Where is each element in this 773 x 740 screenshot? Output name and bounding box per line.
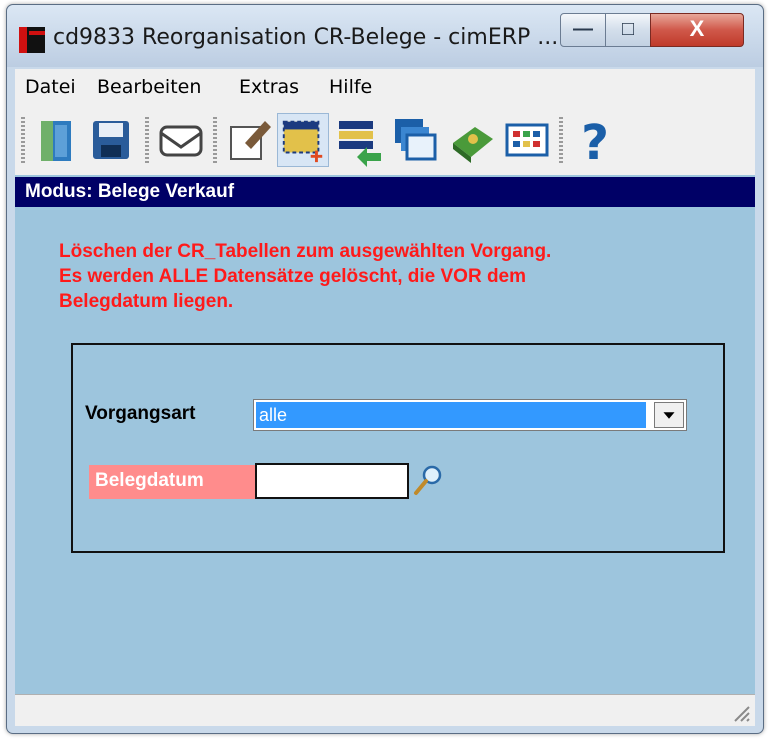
vorgangsart-label: Vorgangsart bbox=[85, 403, 196, 424]
belegdatum-input[interactable] bbox=[255, 463, 409, 499]
warning-text: Löschen der CR_Tabellen zum ausgewählten… bbox=[59, 239, 719, 314]
maximize-button[interactable]: □ bbox=[605, 13, 651, 47]
new-selection-icon[interactable] bbox=[277, 113, 329, 167]
search-icon[interactable] bbox=[411, 463, 445, 497]
warning-line: Es werden ALLE Datensätze gelöscht, die … bbox=[59, 266, 527, 287]
close-button[interactable]: X bbox=[650, 13, 744, 47]
warning-line: Belegdatum liegen. bbox=[59, 291, 234, 312]
belegdatum-label-box: Belegdatum bbox=[89, 465, 255, 499]
windows-stack-icon[interactable] bbox=[389, 113, 441, 167]
vorgangsart-value: alle bbox=[256, 402, 646, 428]
resize-grip-icon[interactable] bbox=[729, 701, 751, 723]
toolbar-separator bbox=[559, 117, 563, 163]
chevron-down-icon bbox=[663, 412, 675, 419]
client-area: Datei Bearbeiten Extras Hilfe ? Modus: B… bbox=[15, 69, 755, 726]
status-bar bbox=[15, 694, 755, 726]
form-group-box bbox=[71, 343, 725, 553]
exit-door-icon[interactable] bbox=[31, 113, 83, 167]
window-title: cd9833 Reorganisation CR-Belege - cimERP… bbox=[53, 25, 559, 50]
application-window: cd9833 Reorganisation CR-Belege - cimERP… bbox=[6, 4, 764, 734]
list-import-icon[interactable] bbox=[333, 113, 385, 167]
mode-label: Modus: Belege Verkauf bbox=[25, 181, 235, 202]
toolbar-grip[interactable] bbox=[21, 117, 25, 163]
maximize-icon: □ bbox=[621, 18, 635, 40]
toolbar: ? bbox=[15, 105, 755, 175]
minimize-button[interactable]: — bbox=[560, 13, 606, 47]
dropdown-button[interactable] bbox=[654, 402, 684, 428]
app-icon bbox=[19, 27, 45, 53]
vorgangsart-select[interactable]: alle bbox=[253, 399, 687, 431]
menu-hilfe[interactable]: Hilfe bbox=[329, 76, 372, 98]
mail-envelope-icon[interactable] bbox=[155, 113, 207, 167]
mode-bar: Modus: Belege Verkauf bbox=[15, 177, 755, 207]
menu-datei[interactable]: Datei bbox=[25, 76, 76, 98]
close-icon: X bbox=[689, 16, 705, 41]
menu-extras[interactable]: Extras bbox=[239, 76, 299, 98]
toolbar-separator bbox=[213, 117, 217, 163]
book-icon[interactable] bbox=[447, 113, 499, 167]
menu-bar: Datei Bearbeiten Extras Hilfe bbox=[15, 69, 755, 106]
menu-bearbeiten[interactable]: Bearbeiten bbox=[97, 76, 201, 98]
table-view-icon[interactable] bbox=[501, 113, 553, 167]
edit-form-icon[interactable] bbox=[223, 113, 275, 167]
belegdatum-label: Belegdatum bbox=[95, 470, 204, 491]
warning-line: Löschen der CR_Tabellen zum ausgewählten… bbox=[59, 241, 552, 262]
help-icon[interactable]: ? bbox=[569, 113, 621, 171]
title-bar[interactable]: cd9833 Reorganisation CR-Belege - cimERP… bbox=[7, 5, 763, 67]
save-disk-icon[interactable] bbox=[85, 113, 137, 167]
svg-text:?: ? bbox=[581, 115, 609, 167]
toolbar-separator bbox=[145, 117, 149, 163]
minimize-icon: — bbox=[573, 18, 593, 40]
